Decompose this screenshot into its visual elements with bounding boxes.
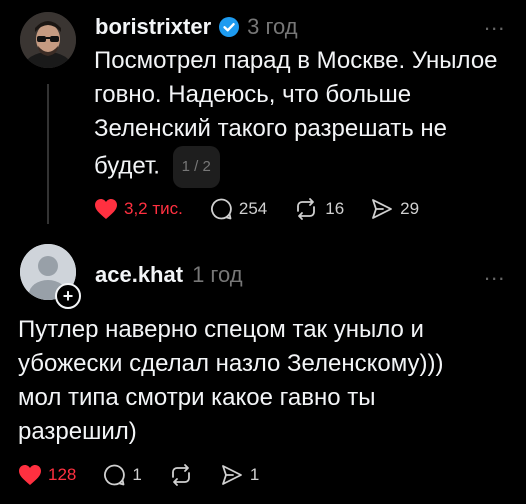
comment-icon [209, 197, 233, 221]
repost-icon [168, 463, 194, 487]
send-icon [220, 463, 244, 487]
reply-username[interactable]: ace.khat [95, 262, 183, 288]
carousel-pager: 1 / 2 [172, 146, 220, 188]
reply-share-count: 1 [249, 465, 260, 484]
verified-badge-icon [219, 17, 240, 37]
repost-icon [293, 197, 319, 221]
share-count: 29 [400, 199, 420, 218]
like-count: 3,2 тис. [124, 199, 183, 218]
repost-count: 16 [325, 199, 345, 218]
repost-button[interactable]: 16 [293, 197, 344, 221]
comment-button[interactable]: 254 [209, 197, 267, 221]
reply-comment-button[interactable]: 1 [102, 463, 142, 487]
reply-like-button[interactable]: 128 [18, 464, 76, 486]
reply-share-button[interactable]: 1 [220, 463, 259, 487]
like-button[interactable]: 3,2 тис. [94, 198, 183, 220]
reply-more-options-icon[interactable]: ... [484, 260, 505, 286]
reply-comment-count: 1 [132, 465, 142, 484]
follow-plus-icon[interactable]: + [55, 283, 81, 309]
avatar-photo [20, 12, 76, 68]
heart-filled-icon [18, 464, 42, 486]
reply-repost-button[interactable] [168, 463, 194, 487]
comment-count: 254 [238, 199, 268, 218]
post-timestamp: 3 год [247, 14, 298, 39]
reply-like-count: 128 [48, 465, 77, 484]
comment-icon [102, 463, 126, 487]
reply-timestamp: 1 год [192, 262, 243, 287]
avatar[interactable] [20, 12, 76, 68]
more-options-icon[interactable]: ... [484, 10, 505, 36]
reply-text: Путлер наверно спецом так уныло и убожес… [18, 316, 444, 445]
post-text: Посмотрел парад в Москве. Унылое говно. … [94, 47, 498, 180]
send-icon [370, 197, 394, 221]
heart-filled-icon [94, 198, 118, 220]
share-button[interactable]: 29 [370, 197, 419, 221]
thread-line [47, 84, 49, 224]
post-username[interactable]: boristrixter [95, 14, 211, 40]
